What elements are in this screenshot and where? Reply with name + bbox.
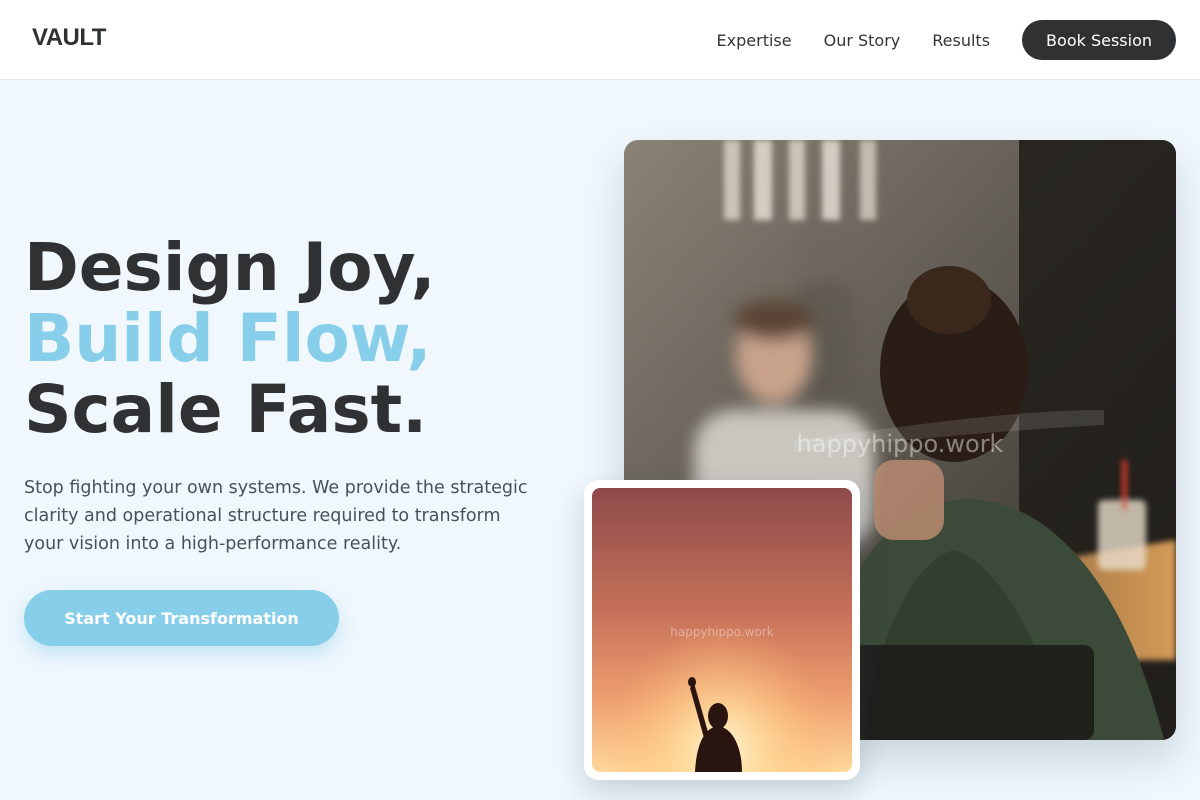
site-header: VAULT Expertise Our Story Results Book S… xyxy=(0,0,1200,80)
nav-link-results[interactable]: Results xyxy=(932,31,990,50)
hero-photo-secondary-frame: happyhippo.work xyxy=(584,480,860,780)
brand-logo[interactable]: VAULT xyxy=(32,24,106,52)
hero-description: Stop fighting your own systems. We provi… xyxy=(24,478,528,554)
nav-link-expertise[interactable]: Expertise xyxy=(717,31,792,50)
headline-line-2: Build Flow, xyxy=(24,300,432,377)
book-session-button[interactable]: Book Session xyxy=(1022,20,1176,60)
main-photo-watermark: happyhippo.work xyxy=(797,430,1004,458)
main-nav: Expertise Our Story Results Book Session xyxy=(717,20,1176,60)
hero-headline: Design Joy, Build Flow, Scale Fast. xyxy=(24,232,436,445)
small-photo-watermark: happyhippo.work xyxy=(670,625,774,639)
headline-line-1: Design Joy, xyxy=(24,229,436,306)
start-transformation-button[interactable]: Start Your Transformation xyxy=(24,590,339,646)
headline-line-3: Scale Fast. xyxy=(24,371,428,448)
hero-photo-sunset: happyhippo.work xyxy=(592,488,852,772)
nav-link-our-story[interactable]: Our Story xyxy=(824,31,901,50)
